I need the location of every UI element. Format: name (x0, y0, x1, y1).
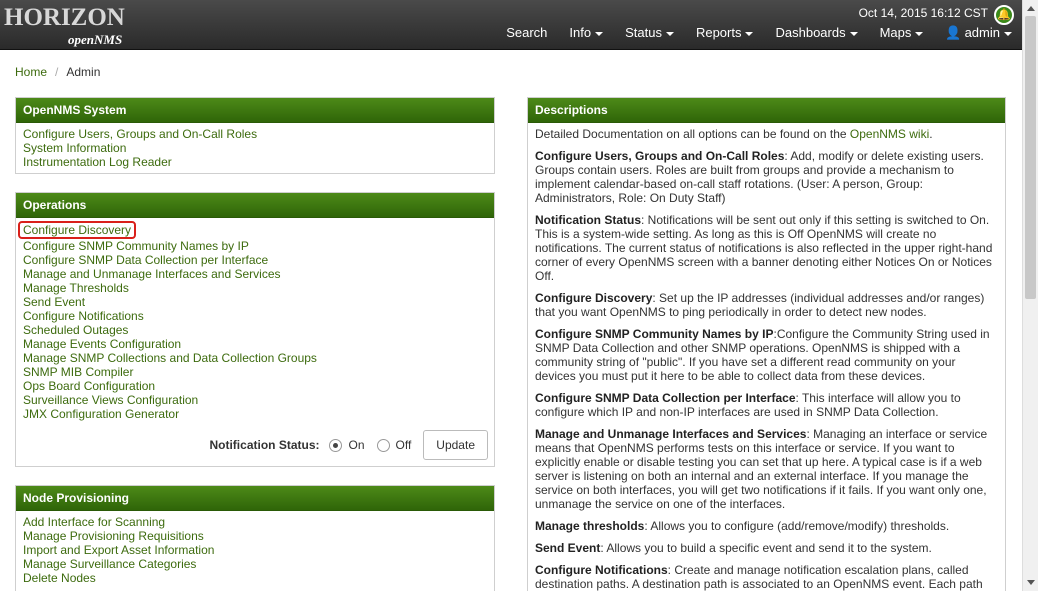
server-clock: Oct 14, 2015 16:12 CST (858, 6, 988, 20)
link-configure-users[interactable]: Configure Users, Groups and On-Call Role… (23, 127, 487, 141)
main-menu: Search Info Status Reports Dashboards Ma… (484, 25, 1012, 41)
menu-search-label: Search (506, 25, 548, 40)
description-text: : Allows you to configure (add/remove/mo… (644, 519, 950, 533)
link-snmp-mib-compiler[interactable]: SNMP MIB Compiler (23, 365, 487, 379)
link-snmp-community-names[interactable]: Configure SNMP Community Names by IP (23, 239, 487, 253)
link-instrumentation-log-reader[interactable]: Instrumentation Log Reader (23, 155, 487, 169)
caret-down-icon (849, 31, 858, 36)
description-item: Manage and Unmanage Interfaces and Servi… (535, 427, 998, 511)
description-term: Configure Notifications (535, 563, 668, 577)
description-term: Manage thresholds (535, 519, 645, 533)
description-item: Manage thresholds: Allows you to configu… (535, 519, 998, 533)
descriptions-panel: Descriptions Detailed Documentation on a… (527, 97, 1006, 591)
page-scrollbar[interactable] (1022, 0, 1038, 591)
menu-reports-label: Reports (695, 25, 742, 40)
panel-title: OpenNMS System (16, 98, 494, 123)
link-asset-information[interactable]: Import and Export Asset Information (23, 543, 487, 557)
link-configure-notifications[interactable]: Configure Notifications (23, 309, 487, 323)
description-item: Configure Notifications: Create and mana… (535, 563, 998, 591)
node-provisioning-panel: Node Provisioning Add Interface for Scan… (15, 485, 495, 591)
link-manage-events[interactable]: Manage Events Configuration (23, 337, 487, 351)
scrollbar-thumb[interactable] (1025, 16, 1036, 299)
description-term: Configure Discovery (535, 291, 653, 305)
link-manage-interfaces[interactable]: Manage and Unmanage Interfaces and Servi… (23, 267, 487, 281)
highlight-box: Configure Discovery (18, 221, 137, 239)
description-item: Notification Status: Notifications will … (535, 213, 998, 283)
panel-title: Descriptions (528, 98, 1005, 123)
description-term: Configure SNMP Community Names by IP (535, 327, 774, 341)
description-item: Configure Users, Groups and On-Call Role… (535, 149, 998, 205)
menu-maps-label: Maps (879, 25, 912, 40)
link-delete-nodes[interactable]: Delete Nodes (23, 571, 487, 585)
description-item: Configure SNMP Data Collection per Inter… (535, 391, 998, 419)
link-scheduled-outages[interactable]: Scheduled Outages (23, 323, 487, 337)
caret-down-icon (1004, 31, 1012, 36)
breadcrumb-current: Admin (66, 65, 101, 79)
intro-end: . (929, 127, 933, 141)
link-send-event[interactable]: Send Event (23, 295, 487, 309)
link-provisioning-requisitions[interactable]: Manage Provisioning Requisitions (23, 529, 487, 543)
menu-user[interactable]: 👤 admin (945, 25, 1012, 41)
notification-status-form: Notification Status: On Off Update (209, 430, 488, 460)
notification-status-label: Notification Status: (209, 438, 320, 452)
link-add-interface[interactable]: Add Interface for Scanning (23, 515, 487, 529)
description-item: Send Event: Allows you to build a specif… (535, 541, 998, 555)
logo-brand: HORIZON (4, 4, 125, 31)
intro-text: Detailed Documentation on all options ca… (535, 127, 850, 141)
menu-maps[interactable]: Maps (880, 25, 924, 41)
menu-info[interactable]: Info (569, 25, 604, 41)
menu-reports[interactable]: Reports (696, 25, 754, 41)
top-navbar: HORIZON openNMS Oct 14, 2015 16:12 CST 🔔… (0, 0, 1022, 50)
menu-dashboards[interactable]: Dashboards (775, 25, 858, 41)
description-item: Configure SNMP Community Names by IP:Con… (535, 327, 998, 383)
menu-dashboards-label: Dashboards (775, 25, 846, 40)
link-snmp-data-collection[interactable]: Configure SNMP Data Collection per Inter… (23, 253, 487, 267)
panel-title: Node Provisioning (16, 486, 494, 511)
operations-panel: Operations Configure Discovery Configure… (15, 192, 495, 467)
breadcrumb-home[interactable]: Home (15, 65, 47, 79)
descriptions-intro: Detailed Documentation on all options ca… (535, 127, 998, 141)
caret-down-icon (665, 31, 674, 36)
scroll-down-arrow-icon[interactable] (1027, 580, 1035, 585)
logo-sub: openNMS (68, 32, 123, 47)
caret-down-icon (745, 31, 754, 36)
radio-on-label: On (348, 438, 365, 452)
menu-user-label: admin (964, 25, 1000, 40)
menu-status[interactable]: Status (625, 25, 674, 41)
description-term: Configure Users, Groups and On-Call Role… (535, 149, 785, 163)
menu-info-label: Info (569, 25, 592, 40)
link-configure-discovery[interactable]: Configure Discovery (18, 221, 487, 239)
description-term: Notification Status (535, 213, 642, 227)
description-item: Configure Discovery: Set up the IP addre… (535, 291, 998, 319)
panel-title: Operations (16, 193, 494, 218)
horizon-opennms-logo[interactable]: HORIZON openNMS (4, 4, 144, 48)
breadcrumb: Home / Admin (15, 65, 100, 79)
breadcrumb-separator: / (55, 65, 59, 79)
scroll-up-arrow-icon[interactable] (1027, 6, 1035, 11)
link-system-information[interactable]: System Information (23, 141, 487, 155)
radio-off[interactable] (376, 438, 390, 452)
caret-down-icon (915, 31, 924, 36)
description-term: Manage and Unmanage Interfaces and Servi… (535, 427, 807, 441)
opennms-wiki-link[interactable]: OpenNMS wiki (850, 127, 929, 141)
link-snmp-collections[interactable]: Manage SNMP Collections and Data Collect… (23, 351, 487, 365)
opennms-system-panel: OpenNMS System Configure Users, Groups a… (15, 97, 495, 174)
description-term: Send Event (535, 541, 601, 555)
notification-bell-icon[interactable]: 🔔 (994, 5, 1014, 25)
user-icon: 👤 (945, 25, 962, 40)
description-term: Configure SNMP Data Collection per Inter… (535, 391, 796, 405)
link-surveillance-views[interactable]: Surveillance Views Configuration (23, 393, 487, 407)
menu-search[interactable]: Search (506, 25, 547, 41)
radio-on[interactable] (329, 438, 343, 452)
link-surveillance-categories[interactable]: Manage Surveillance Categories (23, 557, 487, 571)
radio-off-label: Off (395, 438, 412, 452)
caret-down-icon (595, 31, 604, 36)
update-button[interactable]: Update (423, 430, 488, 460)
link-ops-board[interactable]: Ops Board Configuration (23, 379, 487, 393)
menu-status-label: Status (625, 25, 662, 40)
link-jmx-generator[interactable]: JMX Configuration Generator (23, 407, 487, 421)
link-manage-thresholds[interactable]: Manage Thresholds (23, 281, 487, 295)
description-text: : Allows you to build a specific event a… (600, 541, 932, 555)
